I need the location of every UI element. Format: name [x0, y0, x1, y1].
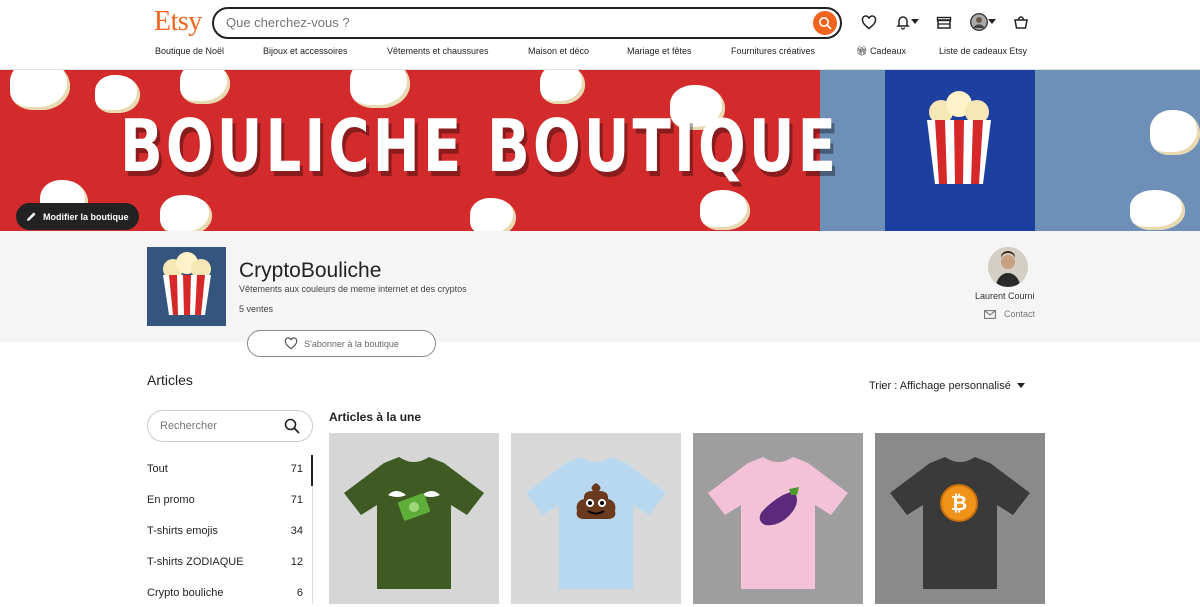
nav-item-liste-cadeaux[interactable]: Liste de cadeaux Etsy — [939, 46, 1027, 56]
popcorn-decoration — [350, 70, 410, 108]
heart-icon — [861, 14, 877, 29]
edit-shop-button[interactable]: Modifier la boutique — [16, 203, 139, 230]
popcorn-decoration — [540, 70, 585, 104]
category-item-tout[interactable]: Tout 71 — [147, 455, 313, 486]
popcorn-icon — [147, 247, 226, 326]
pencil-icon — [27, 212, 36, 221]
tshirt-image — [890, 457, 1030, 589]
favorites-button[interactable] — [859, 12, 879, 32]
category-item-promo[interactable]: En promo 71 — [147, 486, 313, 514]
featured-heading: Articles à la une — [329, 410, 422, 424]
gift-icon: 🎁︎ — [856, 46, 870, 56]
notifications-button[interactable] — [891, 12, 923, 32]
shop-description: Vêtements aux couleurs de meme internet … — [239, 284, 467, 294]
category-label: Crypto bouliche — [147, 587, 224, 599]
bell-icon — [896, 16, 910, 30]
nav-item-noel[interactable]: Boutique de Noël — [155, 46, 224, 56]
product-card[interactable] — [693, 433, 863, 604]
eggplant-icon — [759, 487, 799, 526]
active-indicator — [311, 455, 313, 486]
site-header: Etsy Boutique de Noël Bijoux et accessoi… — [0, 0, 1200, 70]
search-bar[interactable] — [212, 7, 842, 39]
popcorn-decoration — [10, 70, 70, 110]
category-item-crypto[interactable]: Crypto bouliche 6 — [147, 579, 313, 607]
category-count: 6 — [296, 587, 303, 599]
nav-item-maison[interactable]: Maison et déco — [528, 46, 589, 56]
owner-name[interactable]: Laurent Courni — [975, 291, 1035, 301]
sort-label: Trier : Affichage personnalisé — [869, 380, 1011, 392]
popcorn-decoration — [1150, 110, 1200, 155]
owner-avatar[interactable] — [988, 247, 1028, 287]
shop-sales-count[interactable]: 5 ventes — [239, 304, 273, 314]
popcorn-icon — [927, 91, 991, 184]
mail-icon — [984, 309, 996, 319]
account-menu-button[interactable] — [967, 12, 999, 32]
avatar — [988, 247, 1028, 287]
cart-button[interactable] — [1011, 12, 1031, 32]
heart-icon — [284, 337, 298, 350]
category-divider — [312, 486, 313, 604]
chevron-down-icon — [1016, 383, 1025, 388]
shop-logo — [147, 247, 226, 326]
category-count: 12 — [290, 556, 303, 568]
product-card[interactable] — [511, 433, 681, 604]
category-count: 71 — [290, 494, 303, 506]
follow-shop-button[interactable]: S'abonner à la boutique — [247, 330, 436, 357]
money-with-wings-icon — [388, 491, 440, 521]
search-icon[interactable] — [284, 418, 300, 434]
category-item-zodiaque[interactable]: T-shirts ZODIAQUE 12 — [147, 548, 313, 576]
popcorn-decoration — [700, 190, 750, 230]
gift-button[interactable] — [934, 12, 954, 32]
category-label: T-shirts ZODIAQUE — [147, 556, 244, 568]
contact-owner-link[interactable]: Contact — [984, 309, 1035, 319]
chevron-down-icon — [988, 19, 996, 24]
nav-item-fournitures[interactable]: Fournitures créatives — [731, 46, 815, 56]
avatar — [970, 13, 988, 31]
nav-item-bijoux[interactable]: Bijoux et accessoires — [263, 46, 348, 56]
gift-icon — [936, 16, 952, 29]
shop-search-bar[interactable] — [147, 410, 313, 442]
tshirt-image — [526, 457, 666, 589]
product-card[interactable] — [329, 433, 499, 604]
shop-search-input[interactable] — [160, 420, 270, 432]
category-label: Tout — [147, 463, 168, 475]
nav-item-cadeaux[interactable]: 🎁︎ Cadeaux — [856, 46, 906, 57]
category-count: 71 — [290, 463, 303, 475]
bitcoin-icon: ₿ — [940, 484, 978, 522]
category-label: T-shirts emojis — [147, 525, 218, 537]
follow-shop-label: S'abonner à la boutique — [304, 338, 399, 349]
etsy-logo[interactable]: Etsy — [154, 6, 202, 38]
search-icon — [819, 17, 832, 30]
blue-tshirt-image — [885, 70, 1035, 231]
chevron-down-icon — [911, 19, 919, 24]
sort-dropdown[interactable]: Trier : Affichage personnalisé — [869, 380, 1025, 392]
popcorn-decoration — [1130, 190, 1185, 230]
search-button[interactable] — [813, 11, 837, 35]
category-nav: Boutique de Noël Bijoux et accessoires V… — [0, 46, 1200, 60]
search-input[interactable] — [226, 15, 786, 30]
shop-name: CryptoBouliche — [239, 259, 382, 282]
category-label: En promo — [147, 494, 195, 506]
poop-icon — [576, 483, 616, 519]
banner-title: BOULICHE BOUTIQUE — [120, 104, 840, 188]
nav-item-cadeaux-label: Cadeaux — [869, 46, 906, 56]
popcorn-decoration — [180, 70, 230, 104]
contact-label: Contact — [1004, 309, 1036, 319]
nav-item-vetements[interactable]: Vêtements et chaussures — [387, 46, 489, 56]
popcorn-decoration — [470, 198, 516, 231]
nav-item-mariage[interactable]: Mariage et fêtes — [627, 46, 692, 56]
cart-icon — [1014, 16, 1028, 29]
articles-heading: Articles — [147, 372, 193, 388]
popcorn-decoration — [160, 195, 212, 231]
product-card[interactable]: ₿ — [875, 433, 1045, 604]
edit-shop-label: Modifier la boutique — [43, 211, 129, 222]
svg-text:₿: ₿ — [951, 491, 967, 515]
category-count: 34 — [290, 525, 303, 537]
shop-banner: BOULICHE BOUTIQUE — [0, 70, 1200, 231]
category-item-emojis[interactable]: T-shirts emojis 34 — [147, 517, 313, 545]
